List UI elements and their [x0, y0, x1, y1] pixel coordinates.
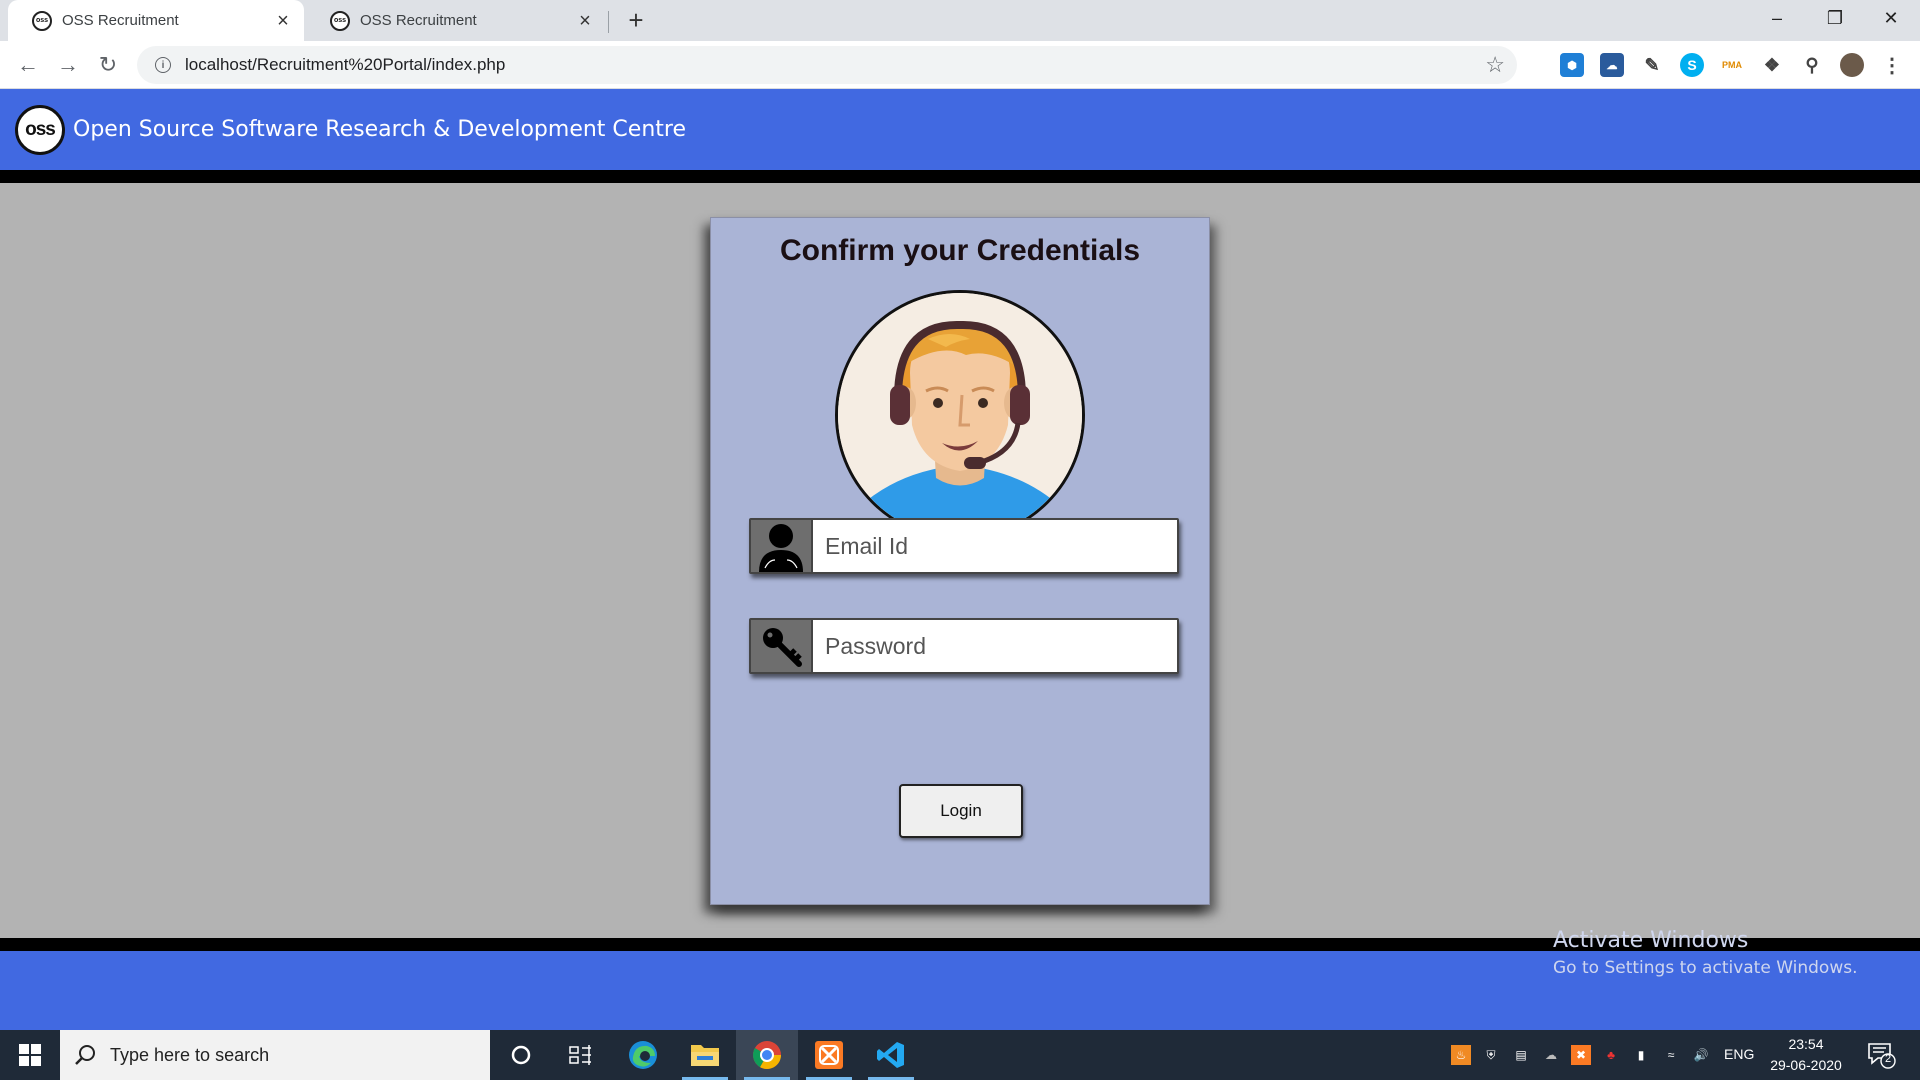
action-center-button[interactable]: 2: [1866, 1040, 1896, 1070]
search-icon: [75, 1045, 95, 1065]
forward-button[interactable]: →: [54, 51, 82, 79]
login-card: Confirm your Credentials Email Id Login: [710, 217, 1210, 905]
password-key-icon[interactable]: ⚲: [1800, 53, 1824, 77]
cortana-circle-icon: [511, 1045, 531, 1065]
address-bar[interactable]: i localhost/Recruitment%20Portal/index.p…: [137, 46, 1517, 84]
menu-kebab-icon[interactable]: ⋮: [1880, 53, 1904, 77]
clock-time: 23:54: [1788, 1036, 1824, 1052]
email-input[interactable]: [813, 520, 1177, 572]
notes-tray-icon[interactable]: ▤: [1511, 1045, 1531, 1065]
extensions-puzzle-icon[interactable]: ❖: [1760, 53, 1784, 77]
bookmark-star-icon[interactable]: ☆: [1485, 52, 1505, 78]
start-button[interactable]: [0, 1030, 60, 1080]
browser-toolbar: ← → ↻ i localhost/Recruitment%20Portal/i…: [0, 41, 1920, 89]
wifi-icon[interactable]: ≈: [1661, 1045, 1681, 1065]
close-tab-icon[interactable]: ×: [574, 10, 596, 32]
browser-tab-active[interactable]: oss OSS Recruitment ×: [8, 0, 304, 41]
folder-icon: [691, 1045, 719, 1066]
taskbar-search-box[interactable]: Type here to search: [60, 1030, 490, 1080]
network-tray-icon[interactable]: ♣: [1601, 1045, 1621, 1065]
battery-icon[interactable]: ▮: [1631, 1045, 1651, 1065]
header-divider: [0, 170, 1920, 183]
login-button[interactable]: Login: [899, 784, 1023, 838]
close-tab-icon[interactable]: ×: [272, 10, 294, 32]
phpmyadmin-extension-icon[interactable]: PMA: [1720, 53, 1744, 77]
back-button[interactable]: ←: [14, 51, 42, 79]
java-tray-icon[interactable]: ♨: [1451, 1045, 1471, 1065]
chrome-icon: [753, 1041, 781, 1069]
site-title: Open Source Software Research & Developm…: [73, 117, 686, 142]
browser-tab-inactive[interactable]: oss OSS Recruitment ×: [306, 0, 606, 41]
azure-devops-extension-icon[interactable]: ⬢: [1560, 53, 1584, 77]
windows-taskbar: Type here to search ♨ ⛨ ▤ ☁ ✖ ♣ ▮ ≈ 🔊 EN…: [0, 1030, 1920, 1080]
xampp-taskbar-button[interactable]: [798, 1030, 860, 1080]
user-silhouette-icon: [751, 520, 813, 572]
vscode-icon: [877, 1042, 904, 1068]
watermark-subtitle: Go to Settings to activate Windows.: [1553, 958, 1858, 978]
chrome-taskbar-button[interactable]: [736, 1030, 798, 1080]
activate-windows-watermark: Activate Windows Go to Settings to activ…: [1553, 928, 1858, 978]
onedrive-extension-icon[interactable]: ☁: [1600, 53, 1624, 77]
close-window-button[interactable]: ✕: [1862, 0, 1920, 36]
edge-taskbar-button[interactable]: [612, 1030, 674, 1080]
oss-logo: oss: [15, 104, 65, 155]
url-text[interactable]: localhost/Recruitment%20Portal/index.php: [185, 55, 505, 75]
card-title: Confirm your Credentials: [779, 234, 1141, 267]
site-header: oss Open Source Software Research & Deve…: [0, 89, 1920, 170]
profile-avatar[interactable]: [1840, 53, 1864, 77]
search-placeholder: Type here to search: [110, 1044, 270, 1065]
browser-tab-strip: oss OSS Recruitment × oss OSS Recruitmen…: [0, 0, 1920, 41]
new-tab-button[interactable]: +: [622, 6, 650, 34]
security-shield-tray-icon[interactable]: ⛨: [1481, 1045, 1501, 1065]
xampp-tray-icon[interactable]: ✖: [1571, 1045, 1591, 1065]
skype-extension-icon[interactable]: S: [1680, 53, 1704, 77]
language-indicator[interactable]: ENG: [1724, 1046, 1754, 1062]
taskbar-clock[interactable]: 23:54 29-06-2020: [1760, 1034, 1852, 1076]
volume-icon[interactable]: 🔊: [1691, 1045, 1711, 1065]
file-explorer-taskbar-button[interactable]: [674, 1030, 736, 1080]
reload-button[interactable]: ↻: [94, 51, 122, 79]
cloud-tray-icon[interactable]: ☁: [1541, 1045, 1561, 1065]
oss-favicon-icon: oss: [32, 10, 52, 31]
edge-icon: [629, 1041, 657, 1069]
email-field-group: [749, 518, 1179, 574]
notification-count: 2: [1884, 1053, 1892, 1065]
task-view-icon: [569, 1045, 591, 1065]
xampp-icon: [815, 1041, 843, 1069]
site-info-icon[interactable]: i: [155, 57, 171, 73]
clock-date: 29-06-2020: [1770, 1057, 1842, 1073]
tab-title: OSS Recruitment: [62, 12, 179, 29]
support-agent-avatar-icon: [835, 290, 1085, 540]
task-view-button[interactable]: [550, 1030, 612, 1080]
color-picker-extension-icon[interactable]: ✎: [1640, 53, 1664, 77]
tab-divider: [608, 11, 609, 33]
watermark-title: Activate Windows: [1553, 928, 1749, 953]
restore-button[interactable]: ❐: [1806, 0, 1864, 36]
password-input[interactable]: [813, 620, 1177, 672]
cortana-button[interactable]: [490, 1030, 552, 1080]
minimize-button[interactable]: –: [1748, 0, 1806, 36]
password-field-group: [749, 618, 1179, 674]
oss-favicon-icon: oss: [330, 10, 350, 31]
windows-logo-icon: [19, 1044, 41, 1066]
vscode-taskbar-button[interactable]: [860, 1030, 922, 1080]
key-icon: [751, 620, 813, 672]
tab-title: OSS Recruitment: [360, 12, 477, 29]
